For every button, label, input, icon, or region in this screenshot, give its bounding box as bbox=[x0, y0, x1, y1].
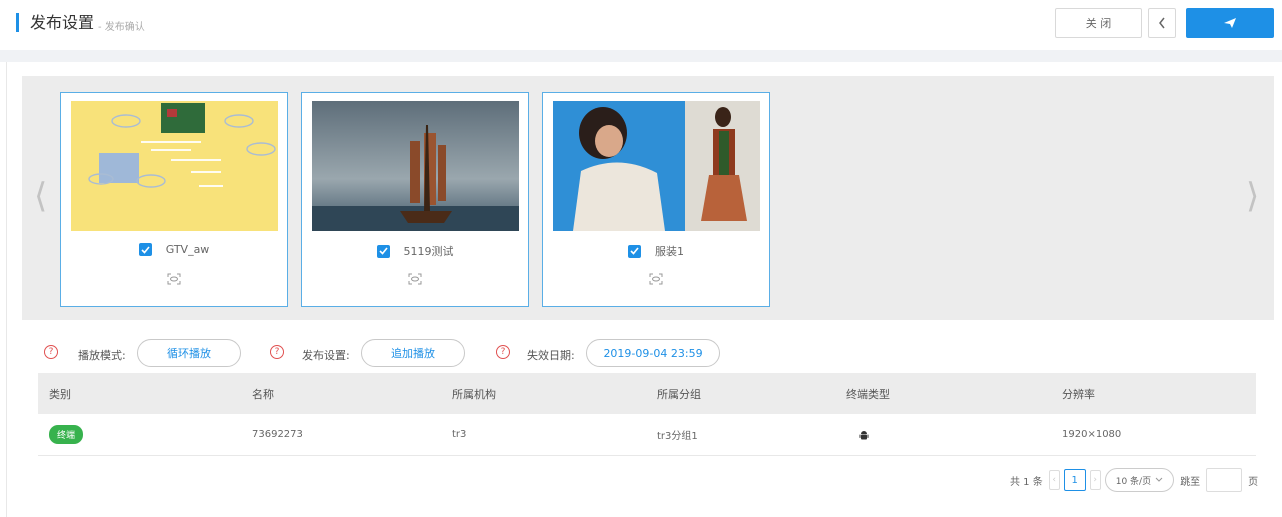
preview-button[interactable] bbox=[543, 273, 769, 285]
chevron-left-icon[interactable]: ⟨ bbox=[34, 176, 47, 216]
preview-icon bbox=[649, 273, 663, 285]
play-mode-label: 播放模式: bbox=[78, 349, 126, 362]
publish-settings-row: ? 播放模式: 循环播放 ? 发布设置: 追加播放 ? 失效日期: 2019-0… bbox=[44, 339, 844, 367]
media-name: GTV_aw bbox=[165, 243, 210, 256]
expire-date-label: 失效日期: bbox=[527, 349, 575, 362]
media-card-row: GTV_aw bbox=[61, 243, 287, 256]
terminal-org: tr3 bbox=[452, 429, 467, 440]
select-checkbox[interactable] bbox=[376, 244, 390, 258]
jump-label: 跳至 bbox=[1180, 476, 1201, 488]
media-name: 服装1 bbox=[655, 245, 684, 258]
expire-date-picker[interactable]: 2019-09-04 23:59 bbox=[586, 339, 720, 367]
prev-page-button[interactable]: ‹ bbox=[1048, 470, 1060, 490]
terminal-group: tr3分组1 bbox=[657, 431, 698, 442]
check-icon bbox=[630, 247, 639, 255]
page-title: 发布设置 bbox=[30, 13, 95, 32]
page-subtitle: - 发布确认 bbox=[98, 22, 145, 33]
media-card-row: 5119测试 bbox=[302, 243, 528, 259]
send-button[interactable] bbox=[1186, 8, 1274, 38]
jump-page-input[interactable] bbox=[1206, 468, 1243, 492]
media-thumbnail bbox=[312, 101, 519, 231]
chevron-right-icon[interactable]: ⟩ bbox=[1246, 176, 1259, 216]
page-suffix: 页 bbox=[1248, 476, 1259, 488]
help-icon[interactable]: ? bbox=[270, 345, 284, 359]
play-mode-select[interactable]: 循环播放 bbox=[137, 339, 241, 367]
column-header: 名称 bbox=[252, 387, 274, 401]
help-icon[interactable]: ? bbox=[496, 345, 510, 359]
pagination: 共 1 条 ‹ 1 › 10 条/页 跳至 页 bbox=[1010, 467, 1258, 493]
category-badge: 终端 bbox=[49, 425, 84, 444]
media-card[interactable]: 5119测试 bbox=[301, 92, 529, 307]
column-header: 所属分组 bbox=[657, 387, 701, 401]
terminal-name: 73692273 bbox=[252, 429, 303, 440]
media-card[interactable]: GTV_aw bbox=[60, 92, 288, 307]
check-icon bbox=[378, 247, 388, 255]
chevron-down-icon bbox=[1155, 477, 1163, 482]
media-name: 5119测试 bbox=[403, 245, 454, 258]
preview-button[interactable] bbox=[302, 273, 528, 285]
column-header: 分辨率 bbox=[1062, 387, 1095, 401]
media-card[interactable]: 服装1 bbox=[542, 92, 770, 307]
chevron-left-icon bbox=[1159, 17, 1165, 29]
close-button[interactable]: 关 闭 bbox=[1055, 8, 1142, 38]
media-thumbnail bbox=[71, 101, 278, 231]
preview-icon bbox=[408, 273, 422, 285]
table-header: 类别 名称 所属机构 所属分组 终端类型 分辨率 bbox=[38, 373, 1256, 414]
total-count: 共 1 条 bbox=[1010, 476, 1043, 488]
column-header: 所属机构 bbox=[452, 387, 496, 401]
publish-setting-label: 发布设置: bbox=[302, 349, 350, 362]
back-button[interactable] bbox=[1148, 8, 1176, 38]
title-accent-bar bbox=[16, 13, 19, 32]
media-thumbnail bbox=[553, 101, 760, 231]
media-carousel: ⟨ ⟩ GTV_aw 5119测试 服装1 bbox=[22, 76, 1274, 320]
media-card-row: 服装1 bbox=[543, 243, 769, 259]
terminal-resolution: 1920×1080 bbox=[1062, 429, 1122, 440]
preview-icon bbox=[167, 273, 181, 285]
android-icon bbox=[858, 414, 870, 455]
header-divider bbox=[0, 50, 1282, 62]
select-checkbox[interactable] bbox=[138, 243, 152, 256]
column-header: 终端类型 bbox=[846, 387, 890, 401]
publish-setting-select[interactable]: 追加播放 bbox=[361, 339, 465, 367]
page-size-select[interactable]: 10 条/页 bbox=[1104, 468, 1175, 492]
select-checkbox[interactable] bbox=[628, 244, 641, 258]
column-header: 类别 bbox=[49, 387, 71, 401]
page-size-value: 10 条/页 bbox=[1115, 476, 1152, 487]
page-number[interactable]: 1 bbox=[1063, 469, 1086, 491]
terminal-table: 类别 名称 所属机构 所属分组 终端类型 分辨率 终端 73692273 tr3… bbox=[38, 373, 1256, 456]
preview-button[interactable] bbox=[61, 273, 287, 285]
table-row[interactable]: 终端 73692273 tr3 tr3分组1 1920×1080 bbox=[38, 414, 1256, 456]
send-icon bbox=[1224, 18, 1236, 28]
check-icon bbox=[141, 245, 150, 254]
help-icon[interactable]: ? bbox=[44, 345, 58, 359]
content-border bbox=[6, 62, 7, 517]
page-header: 发布设置 - 发布确认 关 闭 bbox=[0, 0, 1282, 46]
next-page-button[interactable]: › bbox=[1089, 470, 1101, 490]
